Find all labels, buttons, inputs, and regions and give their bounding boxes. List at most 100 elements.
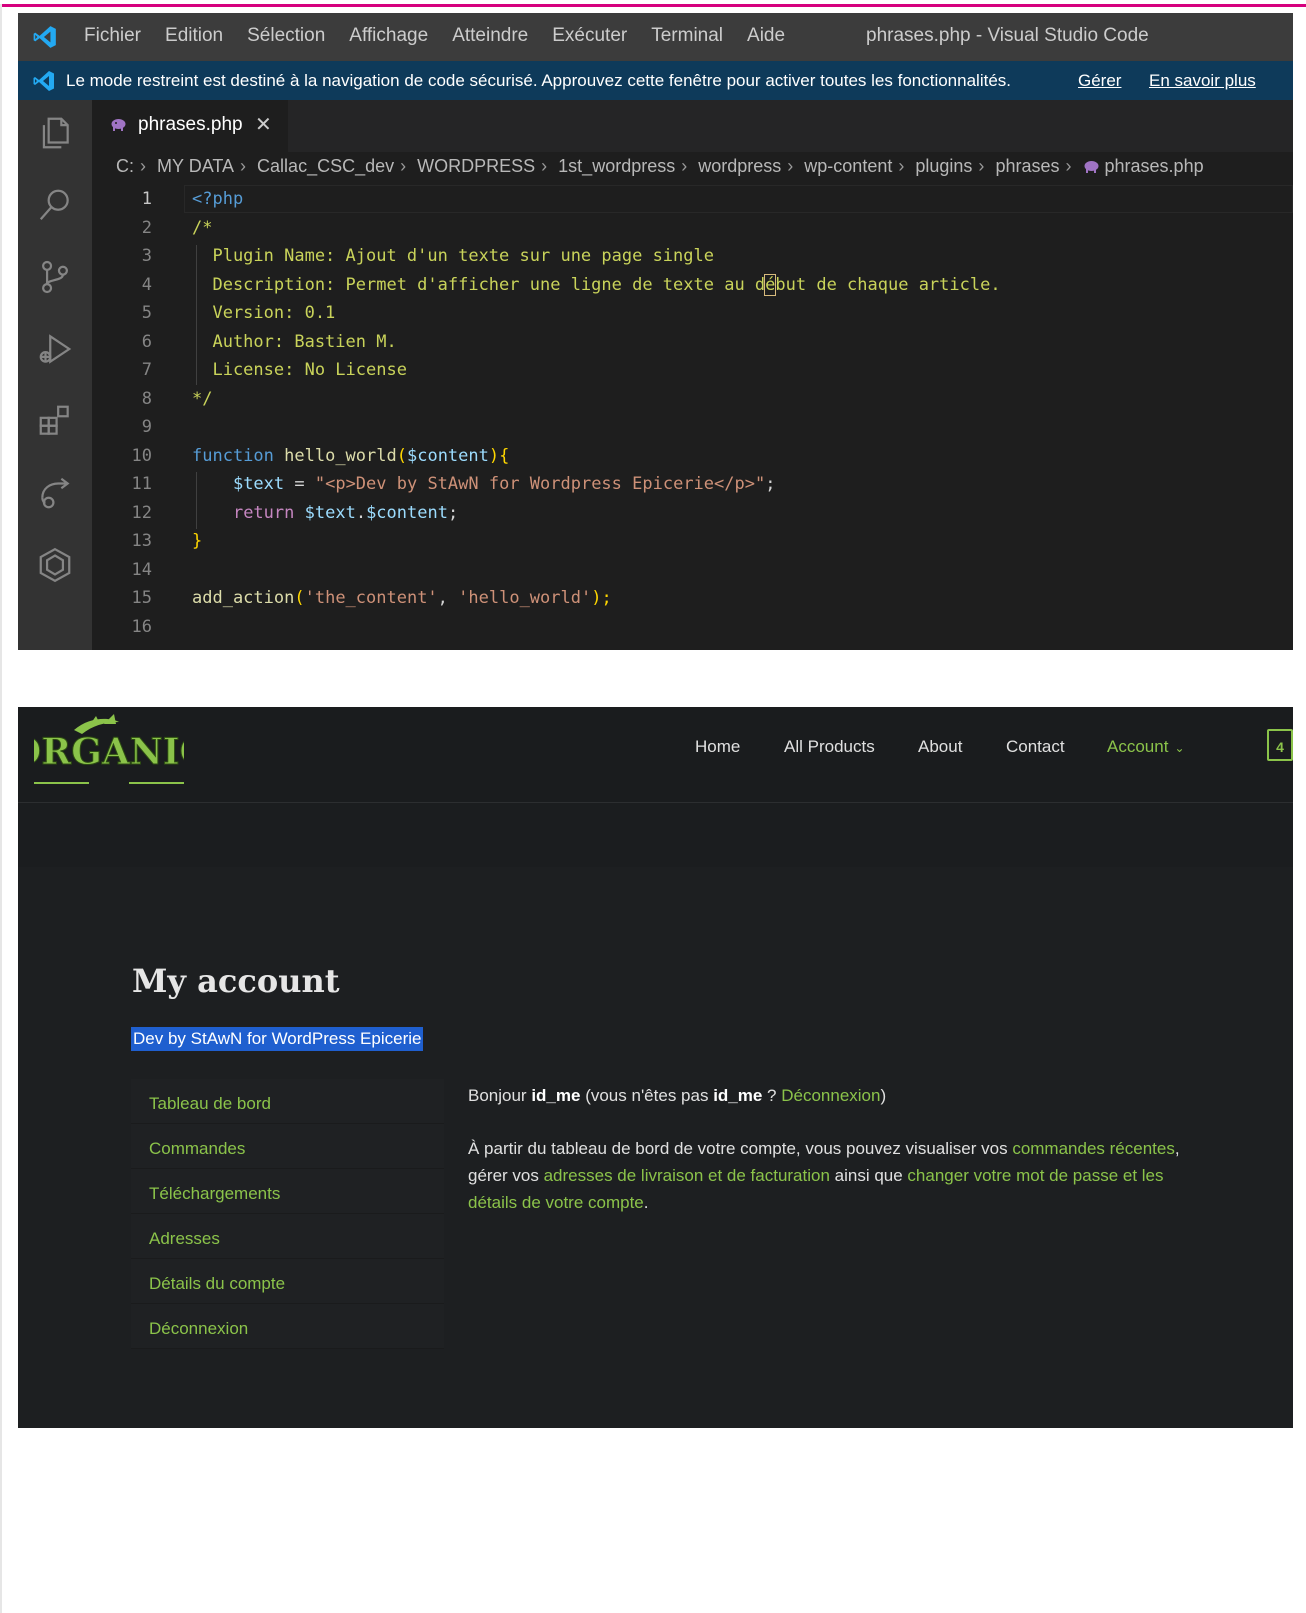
recent-orders-link[interactable]: commandes récentes — [1012, 1139, 1175, 1158]
comment: Version: 0.1 — [192, 303, 336, 323]
tab-phrases-php[interactable]: phrases.php ✕ — [92, 100, 288, 152]
chevron-right-icon: › — [541, 156, 548, 176]
php-icon — [111, 119, 126, 131]
line-number: 1 — [141, 189, 152, 209]
string: 'hello_world' — [458, 588, 592, 608]
organic-logo[interactable]: ORGANIC — [34, 712, 184, 790]
keyword: function — [192, 445, 274, 466]
account-nav-downloads[interactable]: Téléchargements — [131, 1169, 444, 1214]
menu-aide[interactable]: Aide — [747, 25, 785, 47]
nav-all-products[interactable]: All Products — [784, 737, 875, 757]
manage-link[interactable]: Gérer — [1078, 71, 1121, 91]
account-nav-logout[interactable]: Déconnexion — [131, 1304, 444, 1349]
greeting-text: ) — [880, 1086, 887, 1105]
account-nav-dashboard[interactable]: Tableau de bord — [131, 1079, 444, 1124]
greeting-text: ? — [762, 1086, 782, 1105]
menu-fichier[interactable]: Fichier — [84, 25, 141, 47]
chevron-right-icon: › — [681, 156, 688, 176]
function-name: hello_world — [284, 445, 397, 466]
code-line: 2 /* — [92, 214, 1293, 242]
breadcrumb-item[interactable]: Callac_CSC_dev — [257, 156, 394, 176]
nav-home[interactable]: Home — [695, 737, 740, 757]
line-number: 7 — [141, 360, 152, 380]
account-nav-details[interactable]: Détails du compte — [131, 1259, 444, 1304]
bracket: ( — [396, 445, 407, 466]
vscode-logo-icon — [33, 26, 56, 48]
vscode-logo-icon — [33, 71, 54, 91]
code-editor[interactable]: 1 <?php 2 /* 3 Plugin Name: Ajout d'un t… — [92, 185, 1293, 650]
nav-contact[interactable]: Contact — [1006, 737, 1065, 757]
logout-link[interactable]: Déconnexion — [781, 1086, 880, 1105]
site-header: ORGANIC Home All Products About Contact … — [18, 707, 1293, 803]
menu-executer[interactable]: Exécuter — [552, 25, 627, 47]
nav-about[interactable]: About — [918, 737, 962, 757]
line-number: 8 — [141, 388, 152, 409]
breadcrumb-item[interactable]: wordpress — [698, 156, 781, 176]
learn-more-link[interactable]: En savoir plus — [1149, 71, 1256, 91]
bracket: } — [192, 531, 203, 551]
left-border — [0, 4, 2, 1613]
restricted-mode-banner: Le mode restreint est destiné à la navig… — [18, 61, 1293, 100]
string: 'the_content' — [304, 588, 438, 608]
breadcrumb-item[interactable]: C: — [116, 156, 134, 176]
chevron-right-icon: › — [140, 156, 146, 176]
nav-account[interactable]: Account ⌄ — [1107, 737, 1185, 757]
php-open-tag: <?php — [192, 189, 244, 209]
code-line: 3 Plugin Name: Ajout d'un texte sur une … — [92, 242, 1293, 270]
menu-selection[interactable]: Sélection — [247, 25, 325, 47]
account-nav-addresses[interactable]: Adresses — [131, 1214, 444, 1259]
keyword: return — [232, 502, 295, 523]
breadcrumb-item[interactable]: MY DATA — [157, 156, 234, 176]
account-nav-orders[interactable]: Commandes — [131, 1124, 444, 1169]
account-navigation: Tableau de bord Commandes Téléchargement… — [131, 1079, 444, 1349]
line-number: 4 — [141, 274, 152, 295]
bracket: ( — [294, 588, 305, 608]
greeting-text: (vous n'êtes pas — [580, 1086, 714, 1105]
breadcrumb-item[interactable]: phrases.php — [1105, 156, 1204, 176]
variable: $content — [366, 502, 448, 523]
remote-explorer-icon[interactable] — [36, 474, 74, 512]
menu-terminal[interactable]: Terminal — [651, 25, 723, 47]
code-line: 12 return $text.$content; — [92, 499, 1293, 527]
banner-text: Le mode restreint est destiné à la navig… — [66, 71, 1012, 90]
menu-edition[interactable]: Edition — [165, 25, 223, 47]
cart-button[interactable]: 4 — [1267, 729, 1293, 761]
comment: Author: Bastien M. — [192, 331, 397, 352]
breadcrumb-item[interactable]: phrases — [995, 156, 1059, 176]
line-number: 16 — [131, 616, 152, 637]
line-number: 2 — [141, 217, 152, 238]
website-screenshot: ORGANIC Home All Products About Contact … — [18, 707, 1293, 1428]
box-icon[interactable] — [36, 546, 74, 584]
source-control-icon[interactable] — [36, 258, 74, 296]
run-debug-icon[interactable] — [36, 330, 74, 368]
code-line: 7 License: No License — [92, 356, 1293, 384]
extensions-icon[interactable] — [36, 402, 74, 440]
semicolon: ; — [447, 502, 459, 523]
menu-bar: Fichier Edition Sélection Affichage Atte… — [84, 25, 809, 47]
explorer-icon[interactable] — [36, 114, 74, 152]
tab-label: phrases.php — [138, 114, 243, 135]
operator: = — [284, 474, 315, 494]
bracket: ){ — [488, 445, 510, 466]
menu-affichage[interactable]: Affichage — [349, 25, 428, 47]
line-number: 13 — [131, 531, 152, 551]
variable: $content — [406, 445, 489, 466]
dashboard-intro: À partir du tableau de bord de votre com… — [468, 1135, 1183, 1216]
breadcrumb-item[interactable]: plugins — [915, 156, 972, 176]
addresses-link[interactable]: adresses de livraison et de facturation — [544, 1166, 830, 1185]
function-name: add_action — [192, 588, 295, 608]
chevron-right-icon: › — [240, 156, 247, 176]
breadcrumb-item[interactable]: wp-content — [804, 156, 892, 176]
menu-atteindre[interactable]: Atteindre — [452, 25, 528, 47]
breadcrumb-item[interactable]: WORDPRESS — [417, 156, 535, 176]
search-icon[interactable] — [36, 186, 74, 224]
operator: . — [355, 502, 367, 523]
line-number: 3 — [141, 246, 152, 266]
breadcrumb-item[interactable]: 1st_wordpress — [558, 156, 675, 176]
line-number: 5 — [141, 303, 152, 323]
code-line: 10 function hello_world($content){ — [92, 442, 1293, 470]
code-line: 9 — [92, 413, 1293, 441]
line-number: 12 — [131, 502, 152, 523]
page-header-band — [18, 803, 1293, 867]
close-icon[interactable]: ✕ — [255, 112, 272, 137]
